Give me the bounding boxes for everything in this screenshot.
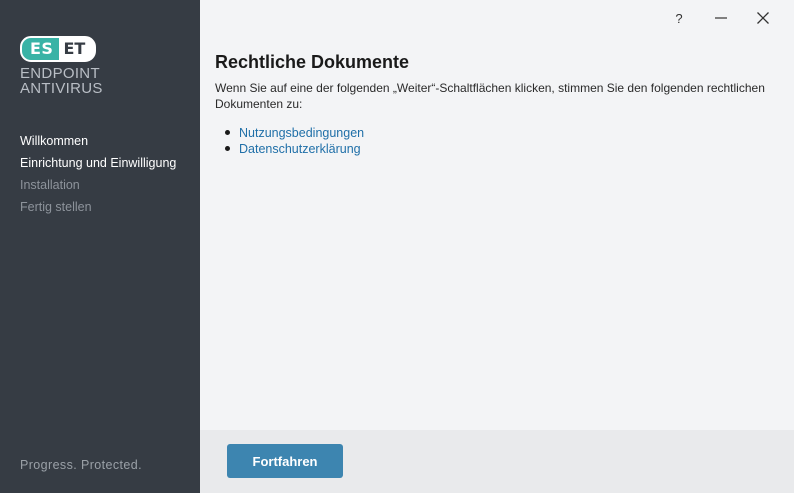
product-name: ENDPOINT ANTIVIRUS [20, 66, 103, 96]
installer-window: ES ET ENDPOINT ANTIVIRUS Willkommen Einr… [0, 0, 794, 493]
page-title: Rechtliche Dokumente [215, 52, 410, 72]
step-installation: Installation [20, 178, 80, 192]
terms-of-use-link[interactable]: Nutzungsbedingungen [239, 126, 364, 140]
close-icon [757, 12, 769, 24]
bullet-icon [225, 146, 230, 151]
product-name-line1: ENDPOINT [20, 65, 100, 82]
tagline: Progress. Protected. [20, 458, 142, 472]
bullet-icon [225, 130, 230, 135]
legal-document-links: Nutzungsbedingungen Datenschutzerklärung [215, 125, 775, 157]
list-item: Nutzungsbedingungen [225, 125, 775, 141]
product-name-line2: ANTIVIRUS [20, 80, 103, 97]
continue-button[interactable]: Fortfahren [227, 444, 343, 478]
setup-steps: Willkommen Einrichtung und Einwilligung … [20, 130, 176, 218]
footer-bar: Fortfahren [200, 430, 794, 493]
step-einrichtung: Einrichtung und Einwilligung [20, 156, 177, 170]
logo-es-text: ES [22, 38, 60, 60]
step-willkommen: Willkommen [20, 134, 89, 148]
help-button[interactable]: ? [664, 6, 694, 30]
minimize-icon [715, 17, 727, 19]
logo-et-text: ET [59, 38, 95, 60]
legal-description: Wenn Sie auf eine der folgenden „Weiter“… [215, 81, 765, 111]
sidebar: ES ET ENDPOINT ANTIVIRUS Willkommen Einr… [0, 0, 200, 493]
content-area: Rechtliche Dokumente Wenn Sie auf eine d… [215, 50, 775, 157]
step-fertig-stellen: Fertig stellen [20, 200, 92, 214]
list-item: Datenschutzerklärung [225, 141, 775, 157]
minimize-button[interactable] [706, 6, 736, 30]
eset-logo: ES ET [20, 36, 97, 62]
logo-badge: ES ET [20, 36, 97, 62]
main-panel: ? Rechtliche Dokumente Wenn Sie auf eine… [200, 0, 794, 493]
help-icon: ? [675, 10, 683, 26]
privacy-policy-link[interactable]: Datenschutzerklärung [239, 142, 361, 156]
close-button[interactable] [748, 6, 778, 30]
